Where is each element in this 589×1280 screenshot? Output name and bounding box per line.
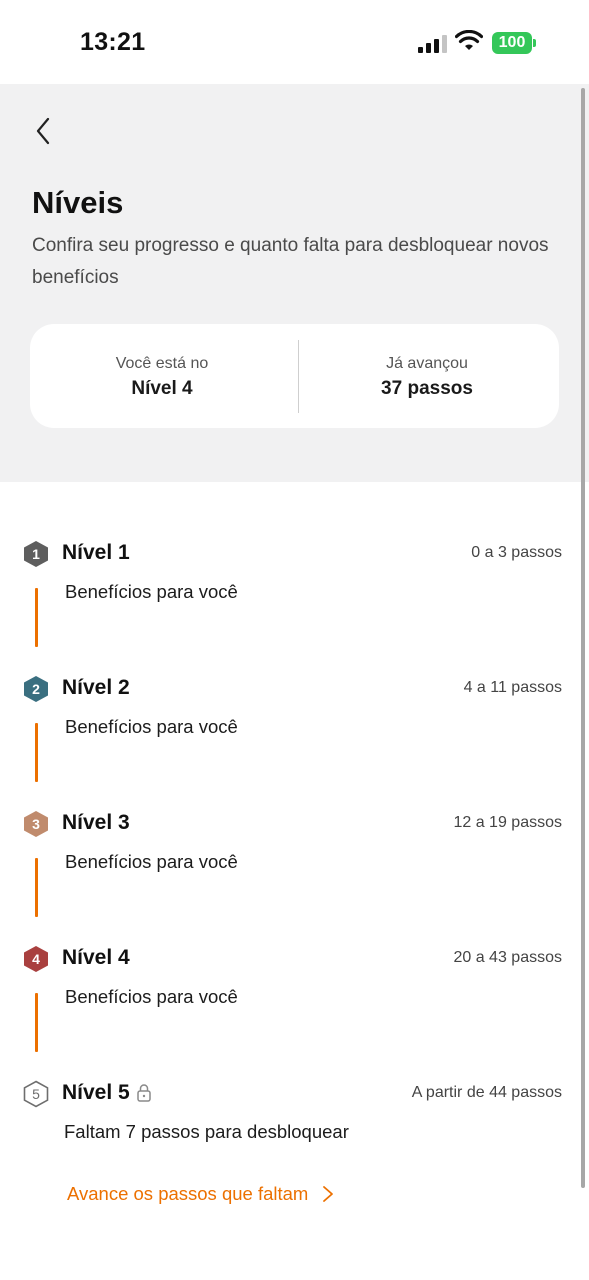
page-title: Níveis (32, 185, 124, 220)
progress-value: 37 passos (381, 378, 473, 399)
current-level-value: Nível 4 (131, 378, 193, 399)
level-item-2: 2 Nível 2 4 a 11 passos Benefícios para … (0, 673, 589, 803)
level-benefits-link[interactable]: Benefícios para você (65, 581, 238, 603)
wifi-icon (455, 30, 483, 50)
level-progress-line (35, 723, 38, 782)
level-item-3: 3 Nível 3 12 a 19 passos Benefícios para… (0, 808, 589, 938)
svg-text:2: 2 (32, 681, 40, 697)
level-benefits-link[interactable]: Benefícios para você (65, 716, 238, 738)
level-5-badge-icon: 5 (23, 1080, 49, 1108)
level-progress-line (35, 588, 38, 647)
status-bar: 13:21 100 (0, 0, 589, 84)
battery-indicator: 100 (492, 32, 536, 54)
battery-level: 100 (498, 34, 526, 51)
svg-text:3: 3 (32, 816, 40, 832)
level-range: A partir de 44 passos (411, 1084, 562, 1101)
current-level-label: Você está no (115, 355, 209, 372)
svg-text:4: 4 (32, 951, 40, 967)
status-time: 13:21 (80, 28, 146, 56)
level-3-badge-icon: 3 (24, 811, 48, 837)
level-range: 4 a 11 passos (463, 679, 562, 696)
level-range: 12 a 19 passos (453, 814, 562, 831)
progress-label: Já avançou (386, 355, 468, 372)
level-item-1: 1 Nível 1 0 a 3 passos Benefícios para v… (0, 538, 589, 668)
back-button[interactable] (28, 114, 58, 148)
levels-header: Níveis Confira seu progresso e quanto fa… (0, 84, 589, 482)
svg-text:1: 1 (32, 546, 40, 562)
level-name: Nível 5 (62, 1081, 130, 1104)
chevron-left-icon (36, 117, 50, 145)
chevron-right-icon (323, 1186, 334, 1202)
level-name: Nível 2 (62, 676, 130, 699)
level-name: Nível 3 (62, 811, 130, 834)
progress-summary: Já avançou 37 passos (295, 324, 559, 428)
advance-steps-link[interactable]: Avance os passos que faltam (67, 1183, 334, 1205)
signal-icon (418, 35, 447, 53)
level-name: Nível 4 (62, 946, 130, 969)
summary-card: Você está no Nível 4 Já avançou 37 passo… (30, 324, 559, 428)
level-progress-line (35, 858, 38, 917)
lock-icon (137, 1084, 151, 1102)
level-progress-line (35, 993, 38, 1052)
level-item-4: 4 Nível 4 20 a 43 passos Benefícios para… (0, 943, 589, 1073)
level-1-badge-icon: 1 (24, 541, 48, 567)
level-benefits-link[interactable]: Benefícios para você (65, 851, 238, 873)
advance-steps-label: Avance os passos que faltam (67, 1183, 309, 1204)
current-level-summary: Você está no Nível 4 (30, 324, 294, 428)
level-2-badge-icon: 2 (24, 676, 48, 702)
level-range: 20 a 43 passos (453, 949, 562, 966)
page-subtitle: Confira seu progresso e quanto falta par… (32, 235, 549, 288)
svg-text:5: 5 (32, 1086, 40, 1102)
level-benefits-link[interactable]: Benefícios para você (65, 986, 238, 1008)
level-name: Nível 1 (62, 541, 130, 564)
level-range: 0 a 3 passos (471, 544, 562, 561)
level-4-badge-icon: 4 (24, 946, 48, 972)
level-unlock-hint: Faltam 7 passos para desbloquear (64, 1121, 349, 1142)
